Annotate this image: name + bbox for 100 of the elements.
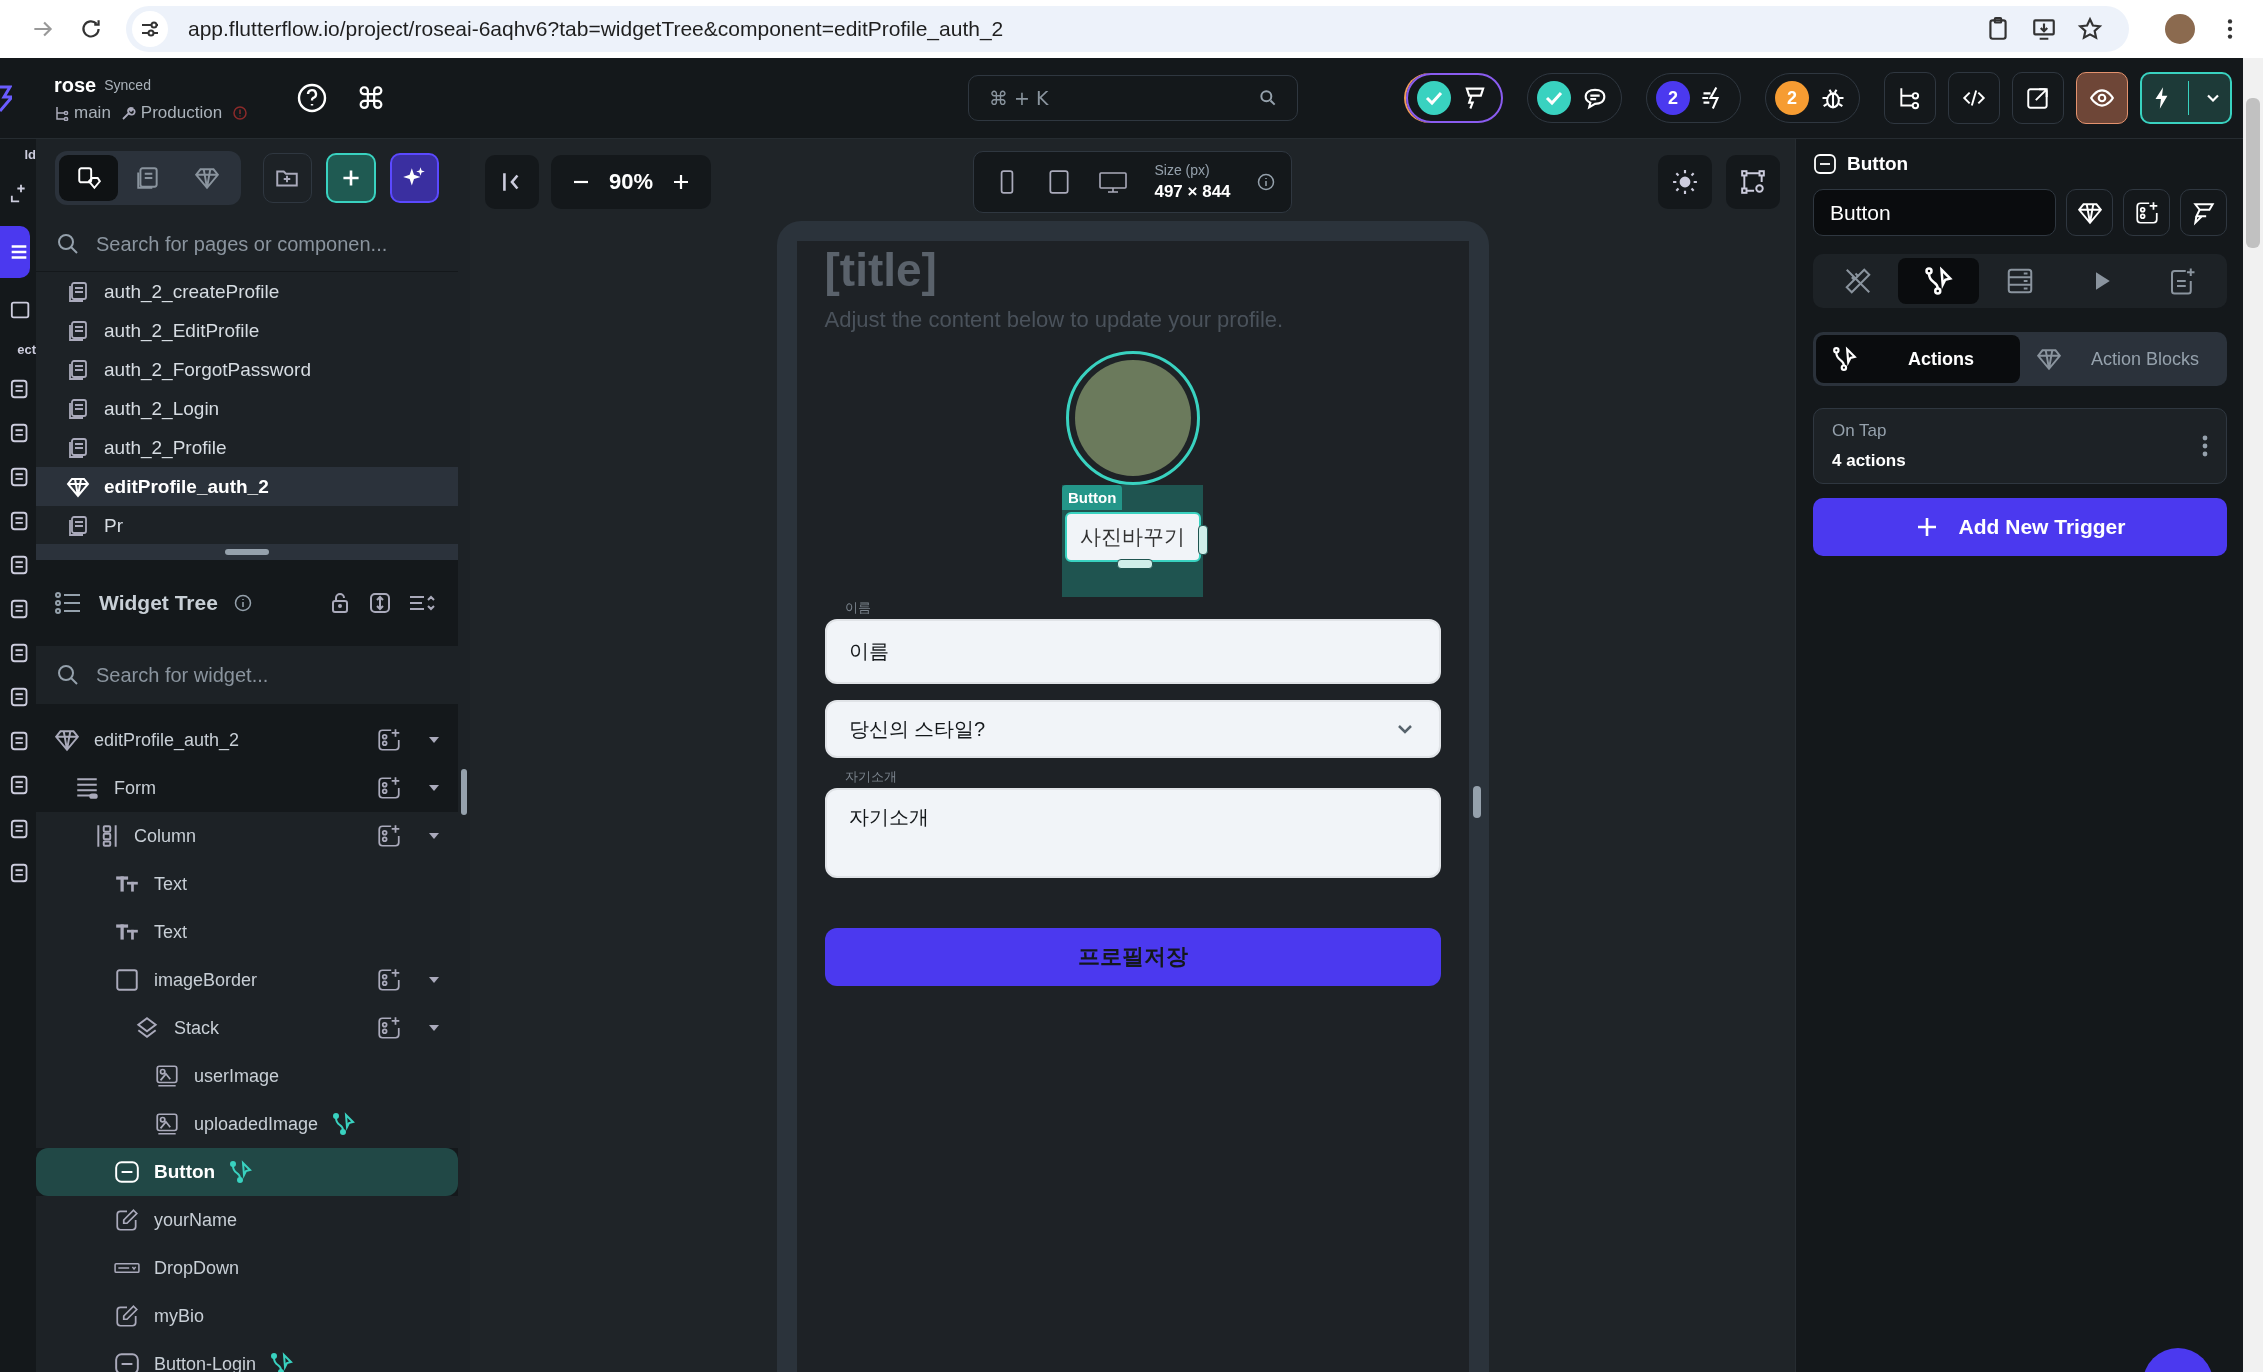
scrollbar-thumb[interactable]: [1472, 786, 1481, 818]
pages-icon: [66, 279, 90, 304]
trigger-card[interactable]: On Tap 4 actions: [1813, 408, 2227, 484]
widget-tree-item[interactable]: Stack: [36, 1004, 458, 1052]
status-pill[interactable]: [1406, 73, 1503, 123]
resize-handle[interactable]: [1117, 559, 1153, 569]
logo-icon[interactable]: [0, 83, 12, 113]
project-name: rose: [54, 73, 97, 97]
add-widget-icon[interactable]: [376, 727, 402, 753]
add-widget-button[interactable]: [2123, 189, 2170, 236]
caret-icon[interactable]: [428, 736, 440, 744]
check-icon: [1417, 81, 1451, 115]
address-bar[interactable]: app.flutterflow.io/project/roseai-6aqhv6?tab=widgetTree&component=editProfile_auth_2: [126, 6, 2129, 52]
widget-tree-item[interactable]: Button: [36, 1148, 458, 1196]
property-tab[interactable]: [1898, 258, 1980, 304]
page-list-item[interactable]: editProfile_auth_2: [36, 467, 458, 506]
panel-resizer[interactable]: [36, 544, 458, 560]
pages-icon: [66, 318, 90, 343]
page-list-item[interactable]: auth_2_Login: [36, 389, 458, 428]
page-list-item[interactable]: auth_2_createProfile: [36, 272, 458, 311]
status-pill[interactable]: 2: [1646, 73, 1741, 123]
count-badge: 2: [1775, 81, 1809, 115]
widget-tree-item[interactable]: imageBorder: [36, 956, 458, 1004]
widget-tree-item[interactable]: editProfile_auth_2: [36, 716, 458, 764]
command-menu-button[interactable]: ⌘: [356, 80, 386, 116]
diamond-icon: [2036, 346, 2062, 372]
bio-field[interactable]: 자기소개: [824, 788, 1441, 878]
sync-status: Synced: [104, 77, 151, 93]
preview-button[interactable]: [2076, 72, 2128, 124]
page-list-item[interactable]: Pr: [36, 506, 458, 544]
code-button[interactable]: [1948, 72, 2000, 124]
star-icon[interactable]: [2077, 16, 2103, 42]
widget-tree-item[interactable]: Form: [36, 764, 458, 812]
view-tab[interactable]: [59, 155, 119, 201]
add-widget-icon[interactable]: [376, 775, 402, 801]
add-widget-icon[interactable]: [376, 967, 402, 993]
form-icon: [74, 775, 100, 801]
mode-tab[interactable]: Action Blocks: [2020, 335, 2224, 383]
status-pill[interactable]: [1527, 73, 1622, 123]
add-trigger-button[interactable]: Add New Trigger: [1813, 498, 2227, 556]
info-icon[interactable]: [233, 594, 252, 612]
caret-icon[interactable]: [428, 784, 440, 792]
branch-tree-button[interactable]: [1884, 72, 1936, 124]
page-diamond-icon: [75, 165, 102, 191]
command-search-field[interactable]: ⌘ + K: [968, 75, 1298, 121]
caret-icon[interactable]: [428, 1024, 440, 1032]
help-icon[interactable]: [296, 82, 328, 114]
image-icon: [154, 1111, 180, 1137]
theme-toggle-button[interactable]: [1658, 155, 1712, 209]
more-options-icon[interactable]: [2202, 435, 2208, 457]
widget-tree-item[interactable]: Column: [36, 812, 458, 860]
info-icon[interactable]: [1256, 173, 1275, 191]
page-search-field[interactable]: Search for pages or componen...: [96, 232, 438, 256]
change-photo-button[interactable]: 사진바꾸기: [1064, 512, 1201, 562]
page-list-item[interactable]: auth_2_ForgotPassword: [36, 350, 458, 389]
diamond-button[interactable]: [2066, 189, 2113, 236]
widget-tree-item[interactable]: Text: [36, 860, 458, 908]
button-icon: [114, 1351, 140, 1372]
collapse-panel-button[interactable]: [485, 155, 539, 209]
sun-icon: [1672, 169, 1698, 195]
widget-tree-item[interactable]: myBio: [36, 1292, 458, 1340]
widget-tree-item[interactable]: yourName: [36, 1196, 458, 1244]
field-label: 자기소개: [844, 768, 897, 786]
expand-icon[interactable]: [368, 591, 392, 615]
widget-tree-nav-button[interactable]: [0, 226, 30, 278]
name-field[interactable]: 이름: [824, 619, 1441, 684]
pages-icon: [66, 435, 90, 460]
widget-search-field[interactable]: Search for widget...: [96, 663, 438, 687]
resize-handle[interactable]: [1198, 525, 1208, 555]
database-icon: [2005, 266, 2035, 296]
scrollbar-thumb[interactable]: [2246, 98, 2260, 248]
widget-tree-item[interactable]: userImage: [36, 1052, 458, 1100]
add-widget-icon[interactable]: [376, 1015, 402, 1041]
action-flow-icon: [1923, 266, 1954, 296]
widget-tree-item[interactable]: Text: [36, 908, 458, 956]
widget-tree-item[interactable]: uploadedImage: [36, 1100, 458, 1148]
page-list-item[interactable]: auth_2_EditProfile: [36, 311, 458, 350]
new-folder-button[interactable]: [262, 153, 313, 203]
run-split-button[interactable]: [2140, 72, 2232, 124]
site-settings-icon[interactable]: [132, 11, 168, 47]
logo-button[interactable]: [2180, 189, 2227, 236]
branch-name[interactable]: main: [74, 102, 111, 123]
page-list-item[interactable]: auth_2_Profile: [36, 428, 458, 467]
profile-image-border[interactable]: [1065, 351, 1200, 485]
mode-tab[interactable]: Actions: [1816, 335, 2020, 383]
ai-generate-button[interactable]: [389, 153, 439, 203]
scrollbar-thumb[interactable]: [461, 769, 467, 815]
alert-icon: [232, 104, 249, 121]
layout-settings-button[interactable]: [1726, 155, 1780, 209]
widget-tree-item[interactable]: DropDown: [36, 1244, 458, 1292]
install-icon[interactable]: [2031, 16, 2057, 42]
style-dropdown[interactable]: 당신의 스타일?: [824, 700, 1441, 758]
caret-icon[interactable]: [428, 832, 440, 840]
caret-icon[interactable]: [428, 976, 440, 984]
open-external-button[interactable]: [2012, 72, 2064, 124]
profile-avatar[interactable]: [2165, 14, 2195, 44]
widget-name-field[interactable]: Button: [1813, 189, 2056, 236]
add-page-button[interactable]: [326, 153, 376, 203]
environment-name[interactable]: Production: [140, 102, 223, 123]
add-widget-icon[interactable]: [376, 823, 402, 849]
